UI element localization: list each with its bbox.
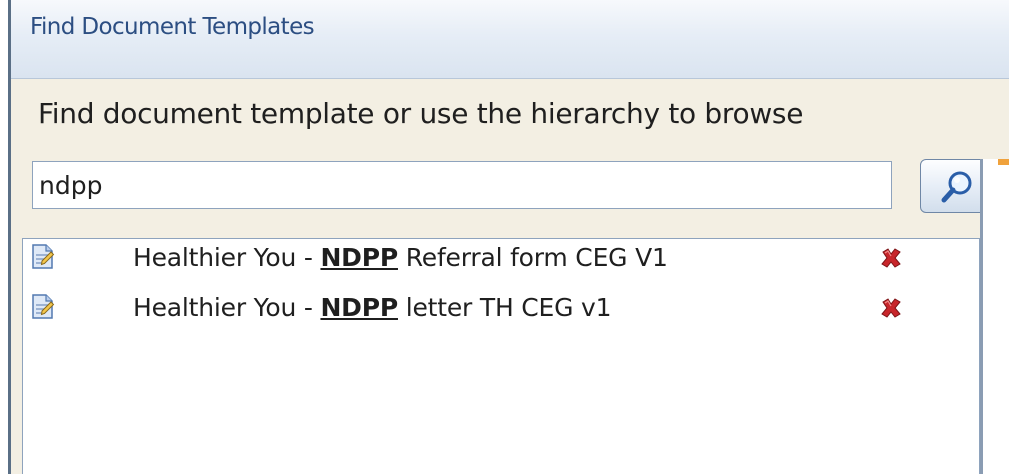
title-bar: Find Document Templates [11, 0, 1009, 79]
document-template-icon [32, 294, 55, 319]
orange-accent [998, 159, 1009, 165]
window-left-edge [0, 0, 8, 474]
find-document-templates-window: Find Document Templates Find document te… [0, 0, 1009, 474]
results-list: Healthier You - NDPP Referral form CEG V… [22, 238, 980, 474]
search-input[interactable] [32, 161, 892, 209]
result-label[interactable]: Healthier You - NDPP Referral form CEG V… [133, 243, 668, 272]
instruction-text: Find document template or use the hierar… [38, 97, 804, 130]
delete-icon[interactable] [879, 246, 903, 270]
delete-icon[interactable] [879, 296, 903, 320]
right-panel-edge [980, 159, 1009, 474]
magnifier-icon [941, 171, 972, 203]
list-item[interactable]: Healthier You - NDPP letter TH CEG v1 [23, 291, 979, 327]
result-prefix: Healthier You - [133, 293, 321, 322]
list-item[interactable]: Healthier You - NDPP Referral form CEG V… [23, 241, 979, 277]
document-template-icon [32, 244, 55, 269]
result-highlight: NDPP [320, 293, 398, 322]
result-prefix: Healthier You - [133, 243, 321, 272]
result-highlight: NDPP [320, 243, 398, 272]
window-title: Find Document Templates [30, 14, 315, 40]
right-panel-border [980, 159, 983, 474]
finder-panel: Find document template or use the hierar… [11, 79, 1009, 474]
result-label[interactable]: Healthier You - NDPP letter TH CEG v1 [133, 293, 612, 322]
result-suffix: letter TH CEG v1 [397, 293, 612, 322]
result-suffix: Referral form CEG V1 [397, 243, 668, 272]
